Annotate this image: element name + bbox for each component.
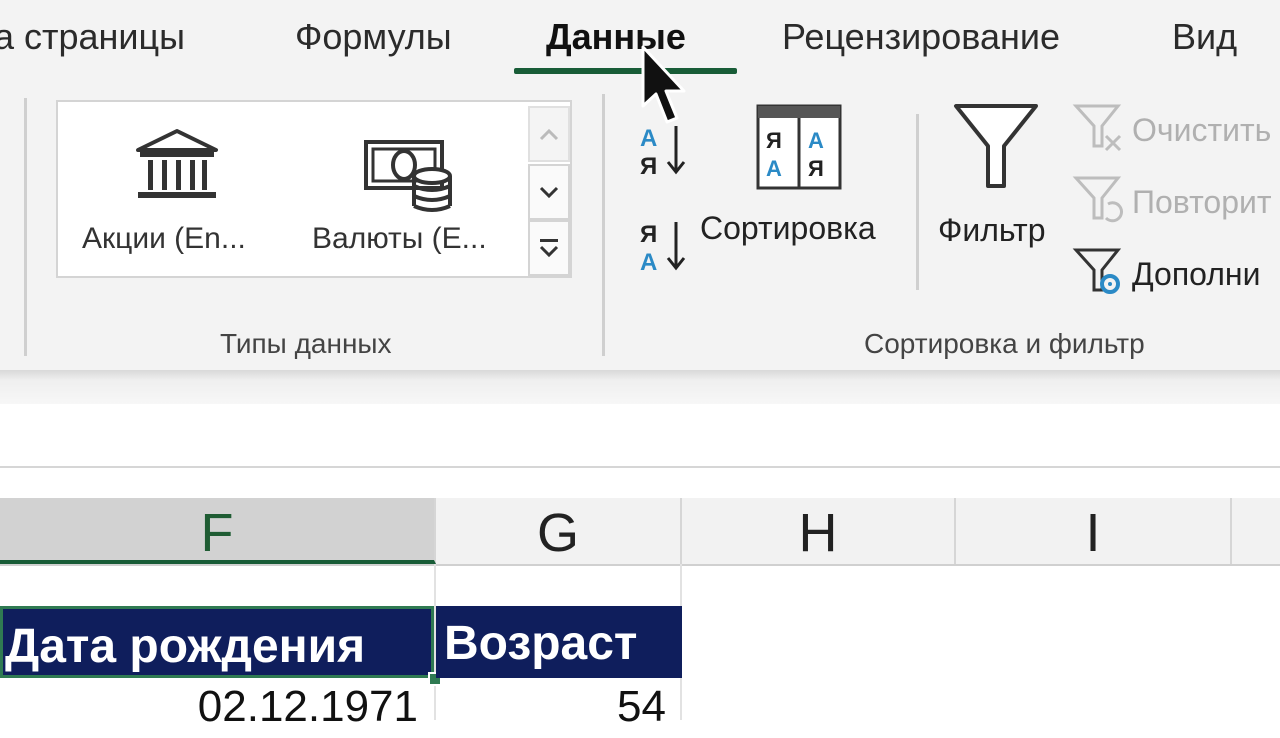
mouse-cursor-icon	[641, 45, 686, 124]
advanced-filter-button[interactable]: Дополни	[1072, 246, 1280, 302]
svg-text:А: А	[640, 125, 657, 152]
group-separator	[24, 98, 27, 356]
tab-page-layout[interactable]: а страницы	[0, 16, 185, 58]
clear-filter-icon	[1072, 104, 1122, 152]
cell-f-header[interactable]: Дата рождения	[0, 606, 434, 678]
data-types-group-label: Типы данных	[220, 328, 392, 359]
formula-bar[interactable]	[0, 404, 1280, 468]
tab-formulas[interactable]: Формулы	[295, 16, 452, 58]
cell-g-value[interactable]: 54	[436, 678, 682, 738]
sort-dialog-icon: Я А А Я	[756, 104, 842, 190]
clear-filter-button[interactable]: Очистить	[1072, 102, 1280, 158]
funnel-icon	[954, 104, 1038, 188]
column-header-f[interactable]: F	[0, 498, 436, 564]
gallery-scroll-down-button[interactable]	[528, 164, 570, 220]
svg-text:Я: Я	[766, 128, 782, 153]
advanced-filter-icon	[1072, 248, 1122, 294]
currencies-button[interactable]	[358, 124, 468, 214]
stocks-button[interactable]	[118, 124, 238, 204]
reapply-filter-label: Повторит	[1132, 184, 1272, 220]
column-header-i[interactable]: I	[956, 498, 1232, 564]
group-separator	[602, 94, 605, 356]
chevron-up-icon	[539, 128, 559, 141]
stocks-label: Акции (En...	[82, 222, 246, 255]
active-tab-indicator	[514, 68, 737, 74]
group-separator	[916, 114, 919, 290]
filter-button[interactable]	[952, 100, 1042, 192]
sort-filter-group-label: Сортировка и фильтр	[864, 328, 1145, 359]
svg-text:Я: Я	[808, 156, 824, 181]
column-header-g[interactable]: G	[436, 498, 682, 564]
sort-z-to-a-icon: Я А	[640, 221, 686, 276]
sort-z-to-a-button[interactable]: Я А	[634, 214, 694, 276]
advanced-filter-label: Дополни	[1132, 256, 1261, 292]
tab-view[interactable]: Вид	[1172, 16, 1237, 58]
bank-icon	[136, 129, 218, 198]
svg-text:Я: Я	[640, 153, 657, 180]
svg-text:А: А	[808, 128, 824, 153]
column-headers: F G H I	[0, 498, 1280, 566]
gallery-more-button[interactable]	[528, 220, 570, 276]
column-header-h[interactable]: H	[682, 498, 956, 564]
custom-sort-button[interactable]: Я А А Я	[756, 104, 844, 190]
clear-filter-label: Очистить	[1132, 112, 1272, 148]
more-dropdown-icon	[539, 239, 559, 258]
filter-label: Фильтр	[938, 212, 1046, 248]
cell-g-header[interactable]: Возраст	[436, 606, 682, 678]
chevron-down-icon	[539, 186, 559, 199]
reapply-filter-button[interactable]: Повторит	[1072, 174, 1280, 230]
tab-review[interactable]: Рецензирование	[782, 16, 1060, 58]
svg-text:Я: Я	[640, 221, 657, 248]
gallery-scroll-up-button[interactable]	[528, 106, 570, 162]
ribbon-shadow	[0, 370, 1280, 404]
cell-f-value[interactable]: 02.12.1971	[0, 678, 432, 738]
currency-coins-icon	[364, 140, 452, 212]
currencies-label: Валюты (E...	[312, 222, 487, 255]
data-types-gallery: Акции (En... Валюты (E...	[56, 100, 572, 278]
sort-label: Сортировка	[700, 210, 876, 246]
svg-text:А: А	[766, 156, 782, 181]
svg-text:А: А	[640, 249, 657, 276]
reapply-filter-icon	[1072, 176, 1124, 223]
